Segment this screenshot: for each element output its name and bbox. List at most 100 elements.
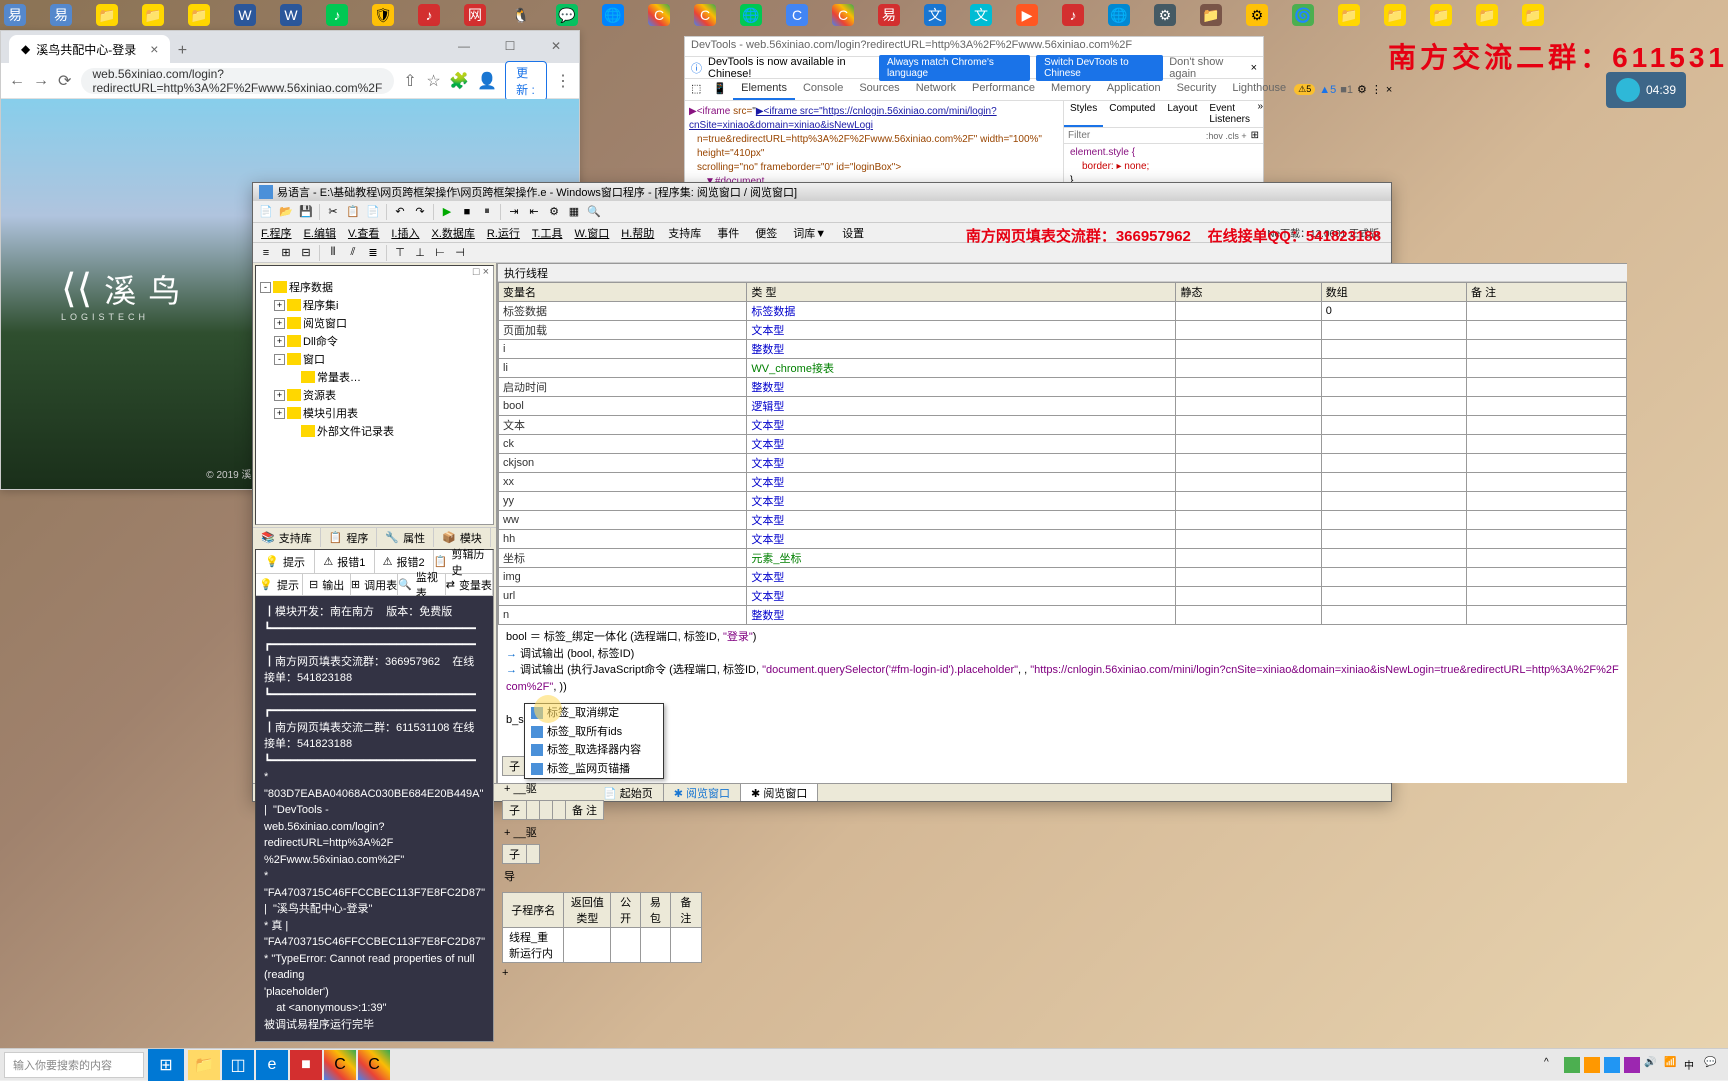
var-row[interactable]: 标签数据标签数据0 xyxy=(499,302,1627,321)
autocomplete-popup[interactable]: 标签_取消绑定 标签_取所有ids 标签_取选择器内容 标签_监网页锚播 xyxy=(524,703,664,779)
desktop-icon[interactable]: 🌀 xyxy=(1292,4,1314,26)
var-row[interactable]: 页面加载文本型 xyxy=(499,321,1627,340)
var-row[interactable]: xx文本型 xyxy=(499,473,1627,492)
var-arr[interactable] xyxy=(1321,416,1466,435)
var-static[interactable] xyxy=(1176,302,1321,321)
menu-file[interactable]: F.程序 xyxy=(257,223,296,243)
event-listeners-tab[interactable]: Event Listeners xyxy=(1203,101,1257,127)
menu-view[interactable]: V.查看 xyxy=(344,223,383,243)
menu-edit[interactable]: E.编辑 xyxy=(300,223,340,243)
dom-line[interactable]: ▶<iframe src="▶<iframe src="https://cnlo… xyxy=(689,105,1059,133)
var-note[interactable] xyxy=(1467,606,1627,625)
expand-icon[interactable]: + xyxy=(274,336,285,347)
styles-filter-input[interactable] xyxy=(1068,130,1202,141)
taskbar-search-input[interactable]: 输入你要搜索的内容 xyxy=(4,1052,144,1078)
update-button[interactable]: 更新 : xyxy=(505,61,547,101)
layout-icon[interactable]: ⊣ xyxy=(451,244,469,262)
output-console[interactable]: ┃模块开发：南在南方 版本：免费版┗━━━━━━━━━━━━━━━━━━━━━━… xyxy=(256,596,493,1041)
var-name[interactable]: xx xyxy=(499,473,747,492)
forward-button[interactable]: → xyxy=(33,69,49,93)
tray-icon[interactable] xyxy=(1584,1057,1600,1073)
tab-application[interactable]: Application xyxy=(1099,79,1169,100)
menu-events[interactable]: 事件 xyxy=(711,225,745,241)
tree-item[interactable]: +程序集i xyxy=(256,296,493,314)
menu-settings[interactable]: 设置 xyxy=(836,225,870,241)
toolbar-build-icon[interactable]: ⚙ xyxy=(545,203,563,221)
desktop-icon[interactable]: ♪ xyxy=(326,4,348,26)
footer-tab-browse2[interactable]: ✱ 阅览窗口 xyxy=(741,784,818,801)
menu-dict[interactable]: 词库▼ xyxy=(787,225,832,241)
tray-network-icon[interactable]: 📶 xyxy=(1664,1057,1680,1073)
desktop-icon[interactable]: ♪ xyxy=(418,4,440,26)
expand-icon[interactable]: - xyxy=(260,282,271,293)
chrome-tab[interactable]: ◆ 溪鸟共配中心-登录 × xyxy=(9,35,170,63)
url-input[interactable]: web.56xiniao.com/login?redirectURL=http%… xyxy=(81,68,395,94)
var-type[interactable]: 文本型 xyxy=(747,454,1176,473)
var-row[interactable]: yy文本型 xyxy=(499,492,1627,511)
var-row[interactable]: 文本文本型 xyxy=(499,416,1627,435)
desktop-icon[interactable]: 文 xyxy=(924,4,946,26)
tab-lighthouse[interactable]: Lighthouse xyxy=(1224,79,1294,100)
close-tab-icon[interactable]: × xyxy=(150,41,158,57)
var-type[interactable]: 文本型 xyxy=(747,568,1176,587)
ide-title-bar[interactable]: 易语言 - E:\基础教程\网页跨框架操作\网页跨框架操作.e - Window… xyxy=(253,183,1391,201)
var-note[interactable] xyxy=(1467,340,1627,359)
var-name[interactable]: bool xyxy=(499,397,747,416)
desktop-icon[interactable]: 💬 xyxy=(556,4,578,26)
tray-icon[interactable] xyxy=(1564,1057,1580,1073)
tab-sources[interactable]: Sources xyxy=(851,79,907,100)
variable-table[interactable]: 变量名类 型静态数组备 注 标签数据标签数据0页面加载文本型i整数型liWV_c… xyxy=(498,282,1627,625)
expand-icon[interactable]: + xyxy=(274,408,285,419)
var-type[interactable]: WV_chrome接表 xyxy=(747,359,1176,378)
var-static[interactable] xyxy=(1176,549,1321,568)
tray-volume-icon[interactable]: 🔊 xyxy=(1644,1057,1660,1073)
style-selector[interactable]: element.style { xyxy=(1070,146,1257,160)
layout-icon[interactable]: ⊢ xyxy=(431,244,449,262)
var-name[interactable]: yy xyxy=(499,492,747,511)
var-note[interactable] xyxy=(1467,359,1627,378)
var-static[interactable] xyxy=(1176,340,1321,359)
var-type[interactable]: 文本型 xyxy=(747,492,1176,511)
var-note[interactable] xyxy=(1467,511,1627,530)
var-name[interactable]: i xyxy=(499,340,747,359)
var-name[interactable]: 标签数据 xyxy=(499,302,747,321)
layout-icon[interactable]: ≡ xyxy=(257,244,275,262)
autocomplete-item[interactable]: 标签_取所有ids xyxy=(525,723,663,742)
desktop-icon[interactable]: 🌐 xyxy=(740,4,762,26)
var-note[interactable] xyxy=(1467,530,1627,549)
var-name[interactable]: ckjson xyxy=(499,454,747,473)
var-arr[interactable] xyxy=(1321,454,1466,473)
new-tab-button[interactable]: + xyxy=(170,39,194,63)
dom-line[interactable]: scrolling="no" frameborder="0" id="login… xyxy=(689,161,1059,175)
tab-memory[interactable]: Memory xyxy=(1043,79,1099,100)
tab-modules[interactable]: 📦 模块 xyxy=(434,528,491,547)
var-static[interactable] xyxy=(1176,530,1321,549)
desktop-icon[interactable]: 文 xyxy=(970,4,992,26)
var-row[interactable]: liWV_chrome接表 xyxy=(499,359,1627,378)
code-line[interactable]: com%2F", )) xyxy=(506,679,1619,696)
desktop-icon[interactable]: 📁 xyxy=(142,4,164,26)
toolbar-run-icon[interactable]: ▶ xyxy=(438,203,456,221)
desktop-icon[interactable]: 易 xyxy=(4,4,26,26)
var-note[interactable] xyxy=(1467,397,1627,416)
close-notice-icon[interactable]: × xyxy=(1251,62,1257,74)
var-type[interactable]: 元素_坐标 xyxy=(747,549,1176,568)
var-static[interactable] xyxy=(1176,568,1321,587)
desktop-icon[interactable]: C xyxy=(648,4,670,26)
var-name[interactable]: 文本 xyxy=(499,416,747,435)
close-window-button[interactable]: ✕ xyxy=(533,31,579,61)
var-arr[interactable] xyxy=(1321,359,1466,378)
tray-ime-icon[interactable]: 中 xyxy=(1684,1057,1700,1073)
desktop-icon[interactable]: 📁 xyxy=(1430,4,1452,26)
var-note[interactable] xyxy=(1467,435,1627,454)
var-static[interactable] xyxy=(1176,435,1321,454)
taskbar-explorer-icon[interactable]: 📁 xyxy=(188,1050,220,1080)
recording-indicator[interactable]: 04:39 xyxy=(1606,72,1686,108)
tree-item[interactable]: +资源表 xyxy=(256,386,493,404)
layout-icon[interactable]: ⊞ xyxy=(277,244,295,262)
layout-icon[interactable]: ⫴ xyxy=(324,244,342,262)
tree-item[interactable]: 常量表… xyxy=(256,368,493,386)
tree-item[interactable]: -窗口 xyxy=(256,350,493,368)
var-static[interactable] xyxy=(1176,492,1321,511)
var-static[interactable] xyxy=(1176,321,1321,340)
